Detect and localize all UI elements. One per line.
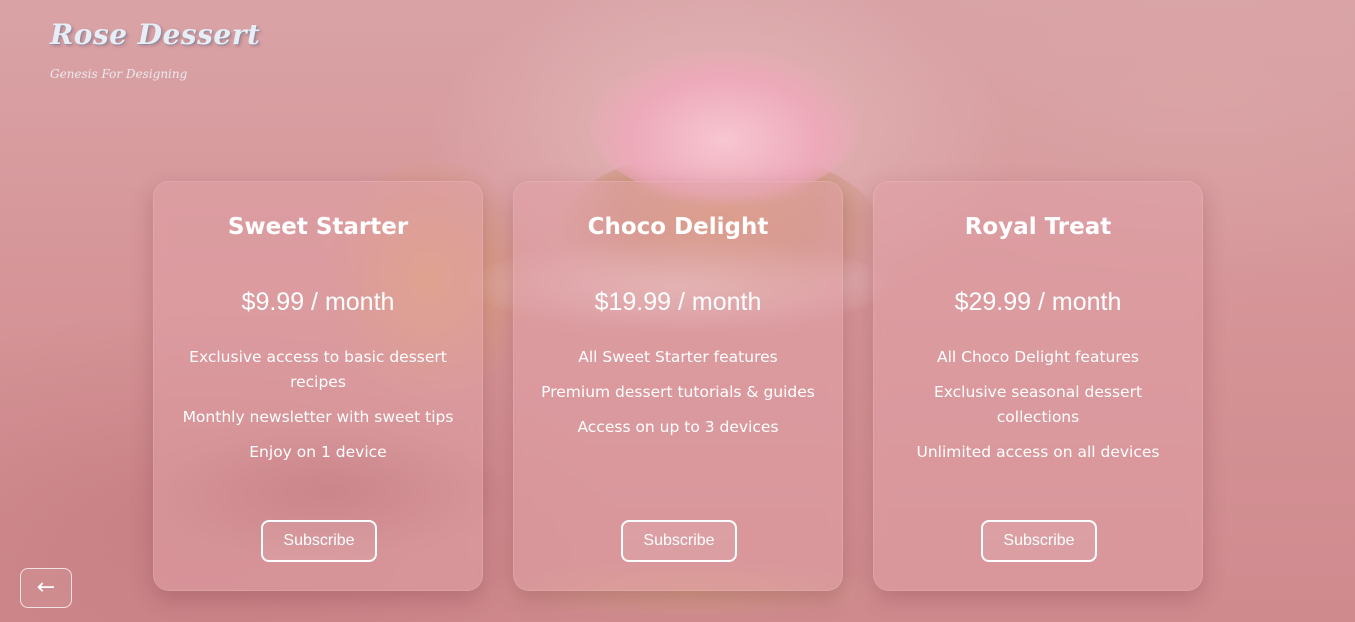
- plan-feature: Access on up to 3 devices: [577, 418, 779, 436]
- plan-price: $19.99 / month: [594, 288, 762, 316]
- plan-features: All Sweet Starter features Premium desse…: [514, 345, 842, 450]
- brand-logo: Rose Dessert Genesis For Designing: [50, 18, 260, 81]
- plan-card-royal-treat: Royal Treat $29.99 / month All Choco Del…: [873, 181, 1203, 591]
- plan-title: Royal Treat: [964, 214, 1112, 240]
- plan-features: All Choco Delight features Exclusive sea…: [874, 345, 1202, 475]
- brand-title: Rose Dessert: [50, 18, 261, 51]
- background-cupcake-frosting: [590, 50, 860, 200]
- plan-title: Choco Delight: [587, 214, 769, 240]
- plan-feature: Premium dessert tutorials & guides: [541, 383, 815, 401]
- plan-card-choco-delight: Choco Delight $19.99 / month All Sweet S…: [513, 181, 843, 591]
- plan-feature: All Choco Delight features: [937, 348, 1139, 366]
- plan-feature: Unlimited access on all devices: [916, 443, 1160, 461]
- subscribe-button-royal-treat[interactable]: Subscribe: [981, 520, 1097, 562]
- plan-features: Exclusive access to basic dessert recipe…: [154, 345, 482, 475]
- subscribe-button-sweet-starter[interactable]: Subscribe: [261, 520, 377, 562]
- plan-feature: Enjoy on 1 device: [249, 443, 387, 461]
- pricing-cards: Sweet Starter $9.99 / month Exclusive ac…: [153, 181, 1203, 591]
- subscribe-button-choco-delight[interactable]: Subscribe: [621, 520, 737, 562]
- plan-title: Sweet Starter: [227, 214, 409, 240]
- plan-feature: Exclusive seasonal dessert collections: [933, 383, 1143, 426]
- brand-subtitle: Genesis For Designing: [50, 67, 188, 81]
- plan-feature: All Sweet Starter features: [578, 348, 778, 366]
- plan-feature: Exclusive access to basic dessert recipe…: [189, 348, 447, 391]
- plan-card-sweet-starter: Sweet Starter $9.99 / month Exclusive ac…: [153, 181, 483, 591]
- plan-feature: Monthly newsletter with sweet tips: [182, 408, 454, 426]
- back-arrow-icon: ←: [36, 575, 56, 600]
- plan-price: $29.99 / month: [954, 288, 1122, 316]
- plan-price: $9.99 / month: [241, 288, 395, 316]
- back-arrow-button[interactable]: ←: [20, 568, 72, 608]
